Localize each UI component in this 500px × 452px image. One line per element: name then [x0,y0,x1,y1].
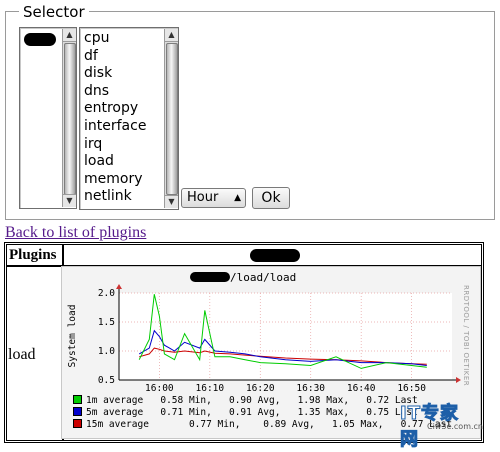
plot-area [119,293,452,380]
graph-legend-row: 5m average 0.71 Min, 0.91 Avg, 1.35 Max,… [73,407,418,418]
load-chart: 0.5 1.0 1.5 2.0 16:00 16:10 16:20 16:30 16:40 16:… [67,284,461,394]
y-tick-label: 1.0 [98,346,115,357]
legend-swatch [73,395,82,404]
x-tick-label: 16:30 [296,383,325,394]
legend-swatch [73,407,82,416]
watermark-site: Ciw3e.com.cn [427,422,484,431]
y-axis-arrow-icon [116,284,122,289]
y-tick-label: 1.5 [98,317,115,328]
legend-text: 1m average 0.58 Min, 0.90 Avg, 1.98 Max,… [86,395,418,406]
graph-legend-row: 1m average 0.58 Min, 0.90 Avg, 1.98 Max,… [73,395,418,406]
y-tick-label: 2.0 [98,288,115,299]
graph-legend-row: 15m average 0.77 Min, 0.89 Avg, 1.05 Max… [73,419,452,430]
x-tick-label: 16:20 [246,383,275,394]
y-tick-label: 0.5 [98,375,115,386]
legend-swatch [73,419,82,428]
x-tick-label: 16:50 [397,383,426,394]
x-tick-label: 16:40 [347,383,376,394]
legend-text: 5m average 0.71 Min, 0.91 Avg, 1.35 Max,… [86,407,418,418]
x-tick-label: 16:10 [196,383,225,394]
x-tick-label: 16:00 [145,383,174,394]
watermark-logo: IT专家网 Ciw3e.com.cn [397,395,484,451]
y-axis-label: System load [67,305,78,368]
x-axis-arrow-icon [456,377,461,383]
